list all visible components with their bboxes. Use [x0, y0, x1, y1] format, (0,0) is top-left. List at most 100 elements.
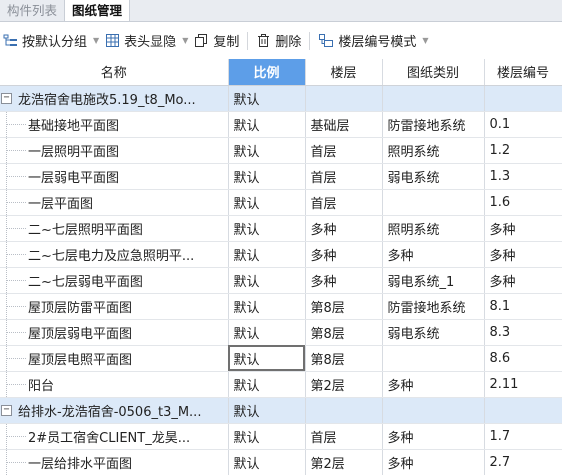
collapse-toggle-icon[interactable]: −	[1, 404, 12, 416]
collapse-toggle-icon[interactable]: −	[1, 92, 12, 104]
drawing-name-cell[interactable]: 一层给排水平面图	[0, 449, 229, 475]
drawing-name-cell[interactable]: 二~七层弱电平面图	[0, 267, 229, 294]
floor-cell[interactable]: 第8层	[305, 345, 383, 372]
column-header-floor-number[interactable]: 楼层编号	[484, 59, 562, 86]
floor-cell[interactable]: 多种	[305, 267, 383, 294]
drawing-name-cell[interactable]: 一层弱电平面图	[0, 163, 229, 190]
floor-number-cell[interactable]: 0.1	[484, 111, 562, 138]
drawing-name-cell[interactable]: 基础接地平面图	[0, 111, 229, 138]
table-row[interactable]: 屋顶层防雷平面图 默认 第8层 防雷接地系统 8.1	[0, 293, 562, 320]
table-row[interactable]: 屋顶层弱电平面图 默认 第8层 弱电系统 8.3	[0, 319, 562, 346]
column-visibility-button[interactable]: 表头显隐 ▼	[102, 28, 191, 54]
table-row[interactable]: 一层照明平面图 默认 首层 照明系统 1.2	[0, 137, 562, 164]
floor-cell[interactable]: 首层	[305, 189, 383, 216]
tab-component-list[interactable]: 构件列表	[0, 0, 64, 21]
scale-cell[interactable]: 默认	[228, 215, 306, 242]
floor-number-cell[interactable]: 2.11	[484, 371, 562, 398]
floor-number-cell[interactable]: 2.7	[484, 449, 562, 475]
scale-cell[interactable]: 默认	[228, 111, 306, 138]
category-cell[interactable]: 防雷接地系统	[382, 111, 485, 138]
category-cell[interactable]: 多种	[382, 371, 485, 398]
scale-cell[interactable]: 默认	[228, 319, 306, 346]
floor-cell[interactable]	[305, 85, 383, 112]
chevron-down-icon[interactable]: ▼	[422, 36, 428, 45]
floor-cell[interactable]: 首层	[305, 163, 383, 190]
table-row[interactable]: 二~七层照明平面图 默认 多种 照明系统 多种	[0, 215, 562, 242]
floor-cell[interactable]: 多种	[305, 215, 383, 242]
delete-button[interactable]: 删除	[253, 28, 304, 54]
table-row[interactable]: 屋顶层电照平面图 默认 第8层 8.6	[0, 345, 562, 372]
column-header-name[interactable]: 名称	[0, 59, 229, 86]
scale-cell[interactable]: 默认	[228, 371, 306, 398]
scale-cell[interactable]: 默认	[228, 345, 306, 372]
group-name-cell[interactable]: − 给排水-龙浩宿舍-0506_t3_M...	[0, 397, 229, 424]
group-name-cell[interactable]: − 龙浩宿舍电施改5.19_t8_Mo...	[0, 85, 229, 112]
drawing-name-cell[interactable]: 屋顶层电照平面图	[0, 345, 229, 372]
group-row[interactable]: − 龙浩宿舍电施改5.19_t8_Mo... 默认	[0, 85, 562, 112]
floor-cell[interactable]: 第8层	[305, 293, 383, 320]
group-row[interactable]: − 给排水-龙浩宿舍-0506_t3_M... 默认	[0, 397, 562, 424]
scale-cell[interactable]: 默认	[228, 423, 306, 450]
drawing-name-cell[interactable]: 2#员工宿舍CLIENT_龙昊...	[0, 423, 229, 450]
copy-button[interactable]: 复制	[191, 28, 242, 54]
floor-number-cell[interactable]	[484, 85, 562, 112]
table-row[interactable]: 基础接地平面图 默认 基础层 防雷接地系统 0.1	[0, 111, 562, 138]
category-cell[interactable]: 多种	[382, 241, 485, 268]
column-header-category[interactable]: 图纸类别	[382, 59, 485, 86]
category-cell[interactable]	[382, 345, 485, 372]
floor-number-cell[interactable]	[484, 397, 562, 424]
floor-cell[interactable]: 首层	[305, 137, 383, 164]
category-cell[interactable]	[382, 85, 485, 112]
floor-cell[interactable]: 第2层	[305, 371, 383, 398]
floor-number-cell[interactable]: 8.1	[484, 293, 562, 320]
floor-number-cell[interactable]: 1.6	[484, 189, 562, 216]
scale-cell[interactable]: 默认	[228, 137, 306, 164]
column-header-floor[interactable]: 楼层	[305, 59, 383, 86]
chevron-down-icon[interactable]: ▼	[182, 36, 188, 45]
scale-cell[interactable]: 默认	[228, 397, 306, 424]
category-cell[interactable]: 弱电系统	[382, 163, 485, 190]
drawing-name-cell[interactable]: 屋顶层弱电平面图	[0, 319, 229, 346]
table-row[interactable]: 一层平面图 默认 首层 1.6	[0, 189, 562, 216]
category-cell[interactable]	[382, 397, 485, 424]
category-cell[interactable]: 多种	[382, 423, 485, 450]
table-row[interactable]: 二~七层电力及应急照明平... 默认 多种 多种 多种	[0, 241, 562, 268]
floor-numbering-mode-button[interactable]: 楼层编号模式 ▼	[315, 28, 431, 54]
floor-cell[interactable]: 第2层	[305, 449, 383, 475]
column-header-scale[interactable]: 比例	[228, 59, 306, 86]
floor-number-cell[interactable]: 1.7	[484, 423, 562, 450]
scale-cell[interactable]: 默认	[228, 163, 306, 190]
floor-number-cell[interactable]: 多种	[484, 267, 562, 294]
table-row[interactable]: 一层给排水平面图 默认 第2层 多种 2.7	[0, 449, 562, 475]
floor-cell[interactable]: 第8层	[305, 319, 383, 346]
category-cell[interactable]: 防雷接地系统	[382, 293, 485, 320]
floor-number-cell[interactable]: 8.6	[484, 345, 562, 372]
drawing-name-cell[interactable]: 一层平面图	[0, 189, 229, 216]
scale-cell[interactable]: 默认	[228, 85, 306, 112]
chevron-down-icon[interactable]: ▼	[93, 36, 99, 45]
table-row[interactable]: 一层弱电平面图 默认 首层 弱电系统 1.3	[0, 163, 562, 190]
drawing-name-cell[interactable]: 二~七层电力及应急照明平...	[0, 241, 229, 268]
table-row[interactable]: 2#员工宿舍CLIENT_龙昊... 默认 首层 多种 1.7	[0, 423, 562, 450]
floor-cell[interactable]: 多种	[305, 241, 383, 268]
category-cell[interactable]: 照明系统	[382, 215, 485, 242]
table-row[interactable]: 二~七层弱电平面图 默认 多种 弱电系统_1 多种	[0, 267, 562, 294]
category-cell[interactable]: 照明系统	[382, 137, 485, 164]
floor-number-cell[interactable]: 多种	[484, 241, 562, 268]
floor-cell[interactable]: 基础层	[305, 111, 383, 138]
scale-cell[interactable]: 默认	[228, 241, 306, 268]
floor-number-cell[interactable]: 1.3	[484, 163, 562, 190]
category-cell[interactable]	[382, 189, 485, 216]
floor-number-cell[interactable]: 1.2	[484, 137, 562, 164]
group-by-default-button[interactable]: 按默认分组 ▼	[0, 28, 102, 54]
category-cell[interactable]: 弱电系统	[382, 319, 485, 346]
scale-cell[interactable]: 默认	[228, 293, 306, 320]
floor-cell[interactable]: 首层	[305, 423, 383, 450]
floor-cell[interactable]	[305, 397, 383, 424]
table-row[interactable]: 阳台 默认 第2层 多种 2.11	[0, 371, 562, 398]
scale-cell[interactable]: 默认	[228, 189, 306, 216]
drawing-name-cell[interactable]: 阳台	[0, 371, 229, 398]
floor-number-cell[interactable]: 多种	[484, 215, 562, 242]
category-cell[interactable]: 弱电系统_1	[382, 267, 485, 294]
tab-drawing-management[interactable]: 图纸管理	[64, 0, 131, 21]
